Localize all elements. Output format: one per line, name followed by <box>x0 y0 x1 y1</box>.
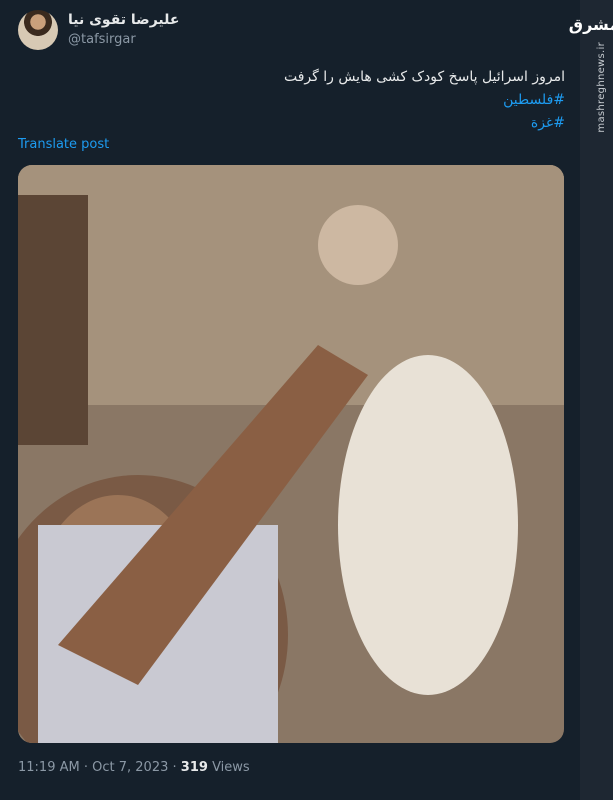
author-name[interactable]: علیرضا تقوی نیا <box>68 12 179 28</box>
translate-post-link[interactable]: Translate post <box>18 137 109 152</box>
photo-image <box>18 165 564 743</box>
post-meta: 11:19 AM · Oct 7, 2023 · 319 Views <box>18 760 250 775</box>
tweet-photo[interactable] <box>18 165 564 743</box>
post-date[interactable]: Oct 7, 2023 <box>92 760 168 775</box>
site-logo: مشرق <box>568 14 613 34</box>
views-label: Views <box>212 760 250 775</box>
post-time[interactable]: 11:19 AM <box>18 760 80 775</box>
hashtag-palestine[interactable]: #فلسطین <box>45 89 565 112</box>
views-count: 319 <box>180 760 208 775</box>
avatar[interactable] <box>18 10 58 50</box>
tweet-text: امروز اسرائیل پاسخ کودک کشی هایش را گرفت <box>283 69 565 85</box>
tweet-body: امروز اسرائیل پاسخ کودک کشی هایش را گرفت… <box>45 66 565 135</box>
meta-separator: · <box>172 760 177 775</box>
author-handle[interactable]: @tafsirgar <box>68 32 136 47</box>
meta-separator: · <box>83 760 88 775</box>
site-url: mashreghnews.ir <box>596 42 607 133</box>
hashtag-gaza[interactable]: #غزة <box>45 112 565 135</box>
